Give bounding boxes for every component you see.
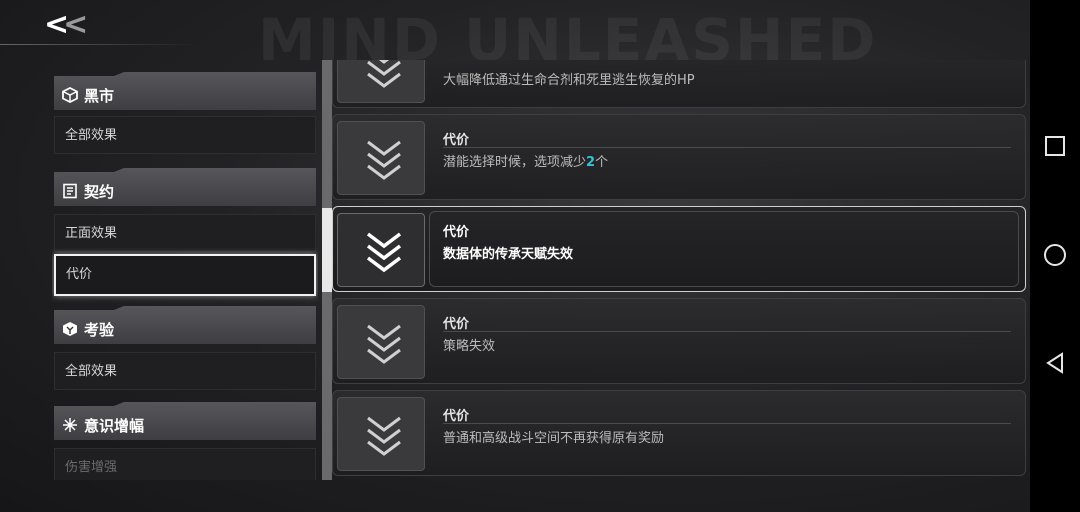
scroll-divider	[322, 60, 332, 480]
triple-chevron-down-icon	[367, 140, 401, 180]
sidebar-item-damage-boost[interactable]: 伤害增强	[54, 448, 316, 480]
sidebar-item-positive-effects[interactable]: 正面效果	[54, 214, 316, 252]
effect-description: 潜能选择时候，选项减少2个	[443, 151, 608, 170]
recent-apps-button[interactable]	[1045, 136, 1065, 156]
effect-icon-box	[337, 60, 425, 103]
effect-card[interactable]: 代价 策略失效	[332, 298, 1026, 384]
system-navigation-bar	[1030, 0, 1080, 512]
contract-icon	[62, 183, 78, 199]
effect-icon-box	[337, 305, 425, 379]
triangle-back-icon	[1046, 352, 1063, 374]
category-header-contract[interactable]: 契约	[54, 168, 316, 206]
trial-icon	[62, 321, 78, 337]
effect-card[interactable]: 代价 普通和高级战斗空间不再获得原有奖励	[332, 390, 1026, 476]
highlight-number: 2	[586, 155, 596, 170]
sidebar-item-cost[interactable]: 代价	[54, 254, 316, 296]
effect-description: 策略失效	[443, 339, 496, 354]
effect-title: 代价	[443, 133, 470, 148]
category-label: 黑市	[84, 87, 115, 105]
effect-title: 代价	[443, 409, 470, 424]
effect-description: 大幅降低通过生命合剂和死里逃生恢复的HP	[443, 73, 695, 88]
back-chevron: <	[44, 7, 69, 42]
description-suffix: 个	[595, 155, 609, 170]
category-header-consciousness-boost[interactable]: 意识增幅	[54, 402, 316, 440]
triple-chevron-down-icon	[366, 232, 402, 273]
effect-title: 代价	[443, 225, 470, 240]
title-separator	[443, 423, 1011, 424]
cube-icon	[62, 86, 78, 104]
category-list: 黑市 全部效果 契约 正面效果 代价 考验 全部效果 意识增幅 伤害增强	[52, 60, 318, 480]
effect-description: 普通和高级战斗空间不再获得原有奖励	[443, 431, 665, 446]
triple-chevron-down-icon	[367, 324, 401, 364]
effect-card-selected[interactable]: 代价 数据体的传承天赋失效	[332, 206, 1026, 292]
category-header-black-market[interactable]: 黑市	[54, 72, 316, 110]
category-label: 契约	[84, 183, 115, 201]
sidebar-item-all-effects[interactable]: 全部效果	[54, 116, 316, 154]
title-separator	[443, 147, 1011, 148]
system-back-button[interactable]	[1044, 352, 1066, 374]
triple-chevron-down-icon	[367, 60, 401, 88]
game-screen: MIND UNLEASHED << 黑市 全部效果 契约 正面效果 代价 考验	[0, 0, 1080, 512]
effect-list: 大幅降低通过生命合剂和死里逃生恢复的HP 代价 潜能选择时候，选项减少2个 代价…	[332, 60, 1032, 480]
description-text: 潜能选择时候，选项减少	[443, 155, 587, 170]
home-button[interactable]	[1044, 244, 1066, 266]
effect-title: 代价	[443, 317, 470, 332]
effect-card[interactable]: 大幅降低通过生命合剂和死里逃生恢复的HP	[332, 60, 1026, 108]
effect-icon-box	[337, 121, 425, 195]
triple-chevron-down-icon	[367, 416, 401, 456]
back-button[interactable]: <<	[44, 6, 96, 44]
category-label: 考验	[84, 321, 115, 339]
back-chevron-faint: <	[63, 7, 88, 42]
effect-card[interactable]: 代价 潜能选择时候，选项减少2个	[332, 114, 1026, 200]
effect-icon-box	[337, 397, 425, 471]
divider-highlight	[322, 208, 332, 292]
sidebar-item-all-effects-2[interactable]: 全部效果	[54, 352, 316, 390]
effect-icon-box	[337, 213, 425, 287]
category-header-trial[interactable]: 考验	[54, 306, 316, 344]
star-burst-icon	[62, 417, 78, 433]
category-label: 意识增幅	[84, 417, 145, 435]
header-divider	[0, 44, 200, 45]
title-separator	[443, 331, 1011, 332]
effect-description: 数据体的传承天赋失效	[443, 247, 574, 262]
